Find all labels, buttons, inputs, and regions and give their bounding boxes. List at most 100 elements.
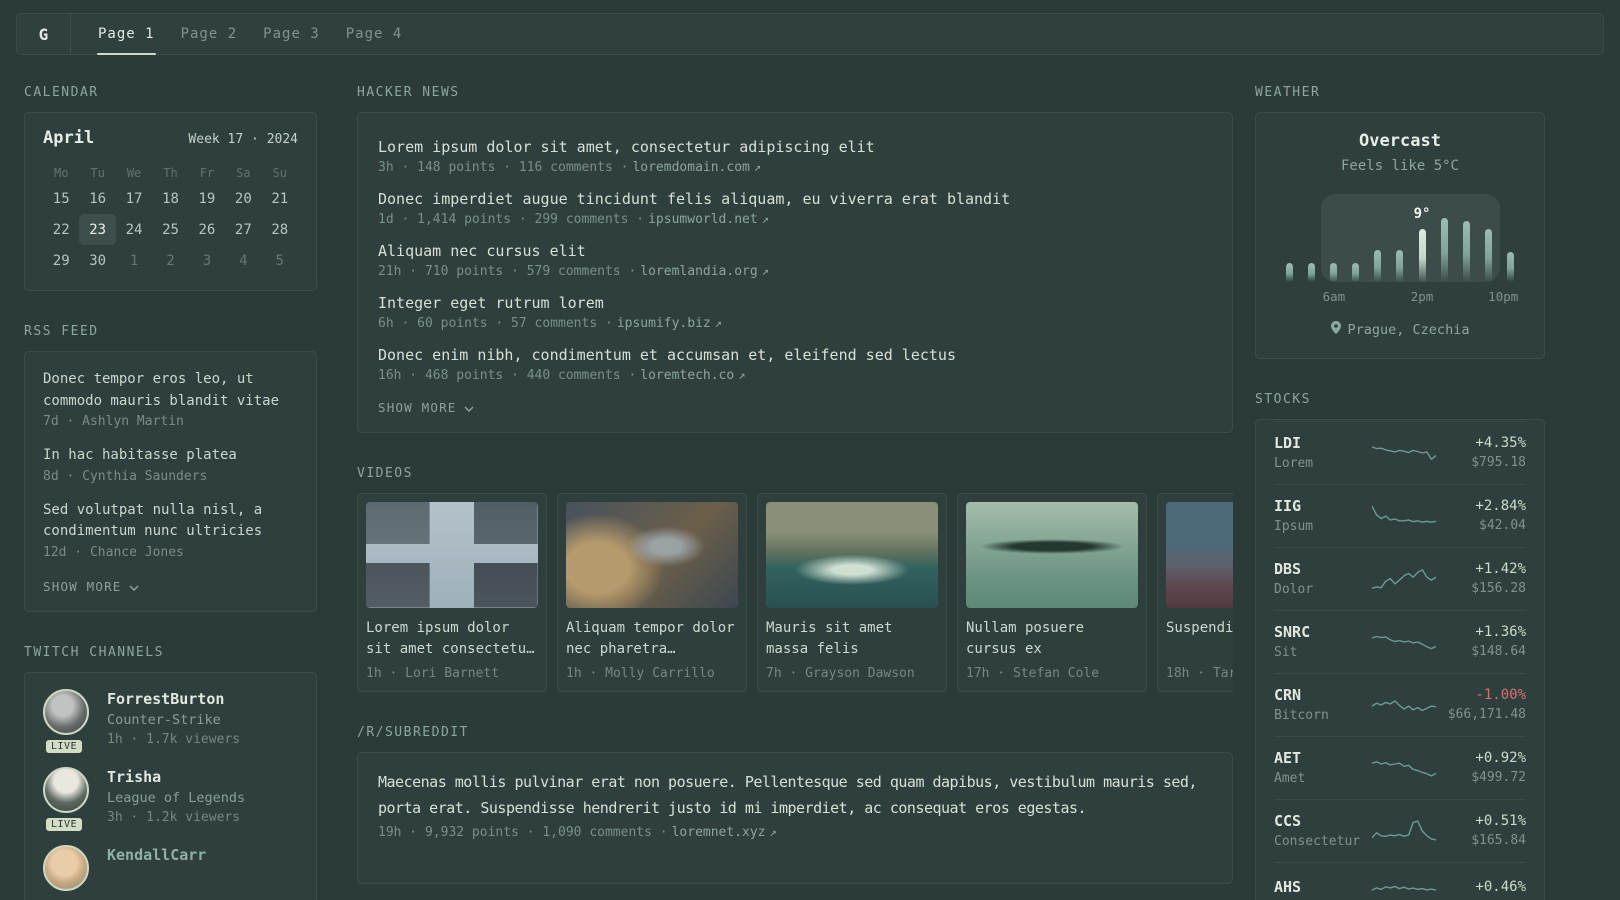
- video-thumbnail[interactable]: [566, 502, 738, 608]
- hn-item-title[interactable]: Aliquam nec cursus elit: [378, 240, 1212, 262]
- video-title[interactable]: Aliquam tempor dolor nec pharetra…: [566, 618, 738, 660]
- hn-item-domain-link[interactable]: loremdomain.com: [632, 160, 749, 175]
- video-thumbnail[interactable]: [766, 502, 938, 608]
- hn-item-domain-link[interactable]: loremtech.co: [640, 368, 734, 383]
- stock-symbol[interactable]: IIG: [1274, 497, 1372, 515]
- calendar-day: 3: [202, 252, 212, 269]
- twitch-channel-meta: 3h · 1.2k viewers: [107, 809, 241, 825]
- reddit-post-title[interactable]: Maecenas mollis pulvinar erat non posuer…: [378, 769, 1212, 821]
- hn-item-meta: 1d · 1,414 points · 299 comments · ipsumw…: [378, 212, 1212, 227]
- video-card[interactable]: Nullam posuere cursus ex 17h · Stefan Co…: [957, 493, 1147, 692]
- stock-price: $156.28: [1471, 581, 1526, 596]
- video-meta: 7h · Grayson Dawson: [766, 666, 915, 681]
- weather-bars: 9°: [1284, 206, 1516, 282]
- page-tab[interactable]: Page 2: [168, 14, 251, 54]
- stock-price: $66,171.48: [1447, 707, 1526, 722]
- stock-id: CCS Consectetur: [1274, 812, 1372, 849]
- video-card[interactable]: Suspendisse diam 18h · Tara: [1157, 493, 1233, 692]
- stock-symbol[interactable]: AET: [1274, 749, 1372, 767]
- video-card[interactable]: Aliquam tempor dolor nec pharetra… 1h · …: [557, 493, 747, 692]
- subreddit-widget: Maecenas mollis pulvinar erat non posuer…: [357, 752, 1233, 884]
- hn-show-more-button[interactable]: SHOW MORE: [378, 400, 474, 415]
- twitch-channel-name[interactable]: Trisha: [107, 768, 245, 786]
- stock-symbol[interactable]: DBS: [1274, 560, 1372, 578]
- rss-item[interactable]: In hac habitasse platea 8d · Cynthia Sau…: [43, 445, 298, 484]
- stock-id: SNRC Sit: [1274, 623, 1372, 660]
- page-tab[interactable]: Page 4: [333, 14, 416, 54]
- twitch-channel-row[interactable]: KendallCarr: [43, 844, 298, 900]
- weather-condition: Overcast: [1359, 131, 1441, 151]
- calendar-month: April: [43, 128, 95, 148]
- rss-item-title[interactable]: Donec tempor eros leo, ut commodo mauris…: [43, 369, 298, 412]
- video-title[interactable]: Lorem ipsum dolor sit amet consectetu…: [366, 618, 538, 660]
- stock-symbol[interactable]: CRN: [1274, 686, 1372, 704]
- app-logo[interactable]: G: [17, 14, 71, 54]
- calendar-day: 2: [166, 252, 175, 269]
- twitch-channel-name[interactable]: ForrestBurton: [107, 690, 240, 708]
- rss-item[interactable]: Sed volutpat nulla nisl, a condimentum n…: [43, 500, 298, 560]
- reddit-post-domain-link[interactable]: loremnet.xyz: [672, 825, 766, 840]
- page-tab[interactable]: Page 1: [85, 14, 168, 55]
- stock-change: +0.92%: [1475, 750, 1526, 766]
- rss-item-title[interactable]: In hac habitasse platea: [43, 445, 298, 467]
- video-title[interactable]: Nullam posuere cursus ex: [966, 618, 1138, 660]
- rss-show-more-label: SHOW MORE: [43, 578, 122, 594]
- page-tab[interactable]: Page 3: [250, 14, 333, 54]
- stock-row: DBS Dolor +1.42% $156.28: [1274, 547, 1526, 610]
- stock-values: +0.51% $165.84: [1471, 813, 1526, 848]
- hn-item-domain-link[interactable]: loremlandia.org: [640, 264, 757, 279]
- weather-hour-bar: [1308, 262, 1316, 282]
- video-thumbnail[interactable]: [1166, 502, 1233, 608]
- rss-item-title[interactable]: Sed volutpat nulla nisl, a condimentum n…: [43, 500, 298, 543]
- stock-price: $165.84: [1471, 833, 1526, 848]
- rss-list: Donec tempor eros leo, ut commodo mauris…: [43, 369, 298, 560]
- stock-change: +0.46%: [1475, 879, 1526, 895]
- video-thumbnail[interactable]: [966, 502, 1138, 608]
- calendar-section: CALENDAR April Week 17 · 2024 Mo Tu We Th Fr…: [24, 85, 317, 291]
- calendar-week-year: Week 17 · 2024: [188, 132, 298, 147]
- hn-item-domain-link[interactable]: ipsumify.biz: [617, 316, 711, 331]
- weather-feels-like: Feels like 5°C: [1340, 158, 1459, 174]
- twitch-channel-name[interactable]: KendallCarr: [107, 846, 206, 864]
- live-badge: LIVE: [44, 737, 85, 755]
- rss-item[interactable]: Donec tempor eros leo, ut commodo mauris…: [43, 369, 298, 429]
- twitch-channel-row[interactable]: LIVE Trisha League of Legends 3h · 1.2k …: [43, 766, 298, 833]
- hn-item-title[interactable]: Donec imperdiet augue tincidunt felis al…: [378, 188, 1212, 210]
- subreddit-section: /R/SUBREDDIT Maecenas mollis pulvinar er…: [357, 725, 1233, 884]
- chevron-down-icon: [129, 579, 139, 594]
- calendar-day: 20: [234, 190, 252, 207]
- hn-item-title[interactable]: Lorem ipsum dolor sit amet, consectetur …: [378, 136, 1212, 158]
- video-thumbnail[interactable]: [366, 502, 538, 608]
- twitch-channel-list: LIVE ForrestBurton Counter-Strike 1h · 1…: [43, 688, 298, 900]
- avatar: [43, 766, 89, 813]
- hn-item-title[interactable]: Integer eget rutrum lorem: [378, 292, 1212, 314]
- twitch-channel-info: ForrestBurton Counter-Strike 1h · 1.7k v…: [107, 689, 240, 750]
- hn-item-domain-link[interactable]: ipsumworld.net: [648, 212, 758, 227]
- weekday-label: We: [126, 166, 142, 180]
- video-title[interactable]: Mauris sit amet massa felis: [766, 618, 938, 660]
- weather-hour-bar: [1506, 251, 1514, 282]
- hn-item: Integer eget rutrum lorem 6h · 60 points…: [378, 292, 1212, 331]
- video-meta: 1h · Molly Carrillo: [566, 666, 715, 681]
- reddit-post-stats: 19h · 9,932 points · 1,090 comments ·: [378, 825, 668, 840]
- left-column: CALENDAR April Week 17 · 2024 Mo Tu We Th Fr…: [24, 85, 317, 900]
- calendar-weekday-row: Mo Tu We Th Fr Sa Su: [43, 163, 298, 183]
- stock-symbol[interactable]: LDI: [1274, 434, 1372, 452]
- rss-show-more-button[interactable]: SHOW MORE: [43, 579, 139, 594]
- video-card[interactable]: Mauris sit amet massa felis 7h · Grayson…: [757, 493, 947, 692]
- stock-symbol[interactable]: AHS: [1274, 878, 1372, 896]
- hn-item-title[interactable]: Donec enim nibh, condimentum et accumsan…: [378, 344, 1212, 366]
- twitch-channel-game: League of Legends: [107, 789, 246, 806]
- stock-symbol[interactable]: SNRC: [1274, 623, 1372, 641]
- section-title-calendar: CALENDAR: [24, 85, 99, 100]
- hn-item: Aliquam nec cursus elit 21h · 710 points…: [378, 240, 1212, 279]
- twitch-channel-game: Counter-Strike: [107, 711, 221, 728]
- video-title[interactable]: Suspendisse diam: [1166, 618, 1233, 660]
- video-carousel: Lorem ipsum dolor sit amet consectetu… 1…: [357, 493, 1233, 692]
- section-title-weather: WEATHER: [1255, 85, 1321, 100]
- calendar-day: 25: [162, 221, 179, 238]
- stock-symbol[interactable]: CCS: [1274, 812, 1372, 830]
- weather-hour-bar: [1330, 262, 1338, 282]
- twitch-channel-row[interactable]: LIVE ForrestBurton Counter-Strike 1h · 1…: [43, 688, 298, 755]
- video-card[interactable]: Lorem ipsum dolor sit amet consectetu… 1…: [357, 493, 547, 692]
